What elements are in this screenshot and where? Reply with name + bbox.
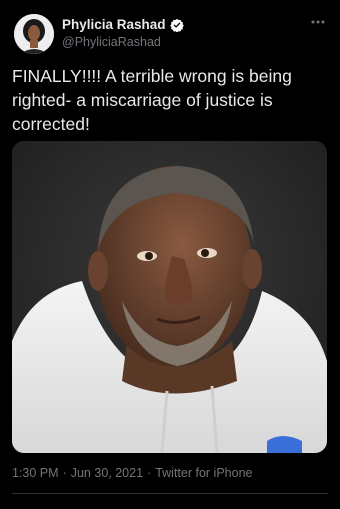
tweet-time[interactable]: 1:30 PM (12, 466, 59, 480)
tweet-meta: 1:30 PM · Jun 30, 2021 · Twitter for iPh… (12, 466, 252, 480)
author-name-row: Phylicia Rashad (62, 17, 184, 32)
tweet-header: Phylicia Rashad @PhyliciaRashad (12, 12, 330, 58)
verified-badge-icon (169, 18, 184, 32)
tweet-source[interactable]: Twitter for iPhone (155, 466, 252, 480)
divider (12, 493, 328, 494)
display-name[interactable]: Phylicia Rashad (62, 17, 166, 32)
author-handle[interactable]: @PhyliciaRashad (62, 35, 161, 49)
tweet-date[interactable]: Jun 30, 2021 (71, 466, 143, 480)
tweet-text: FINALLY!!!! A terrible wrong is being ri… (12, 66, 292, 134)
avatar[interactable] (14, 14, 54, 54)
more-options-icon[interactable] (308, 14, 328, 30)
meta-separator: · (62, 466, 67, 480)
tweet-photo[interactable] (12, 141, 327, 453)
meta-separator: · (147, 466, 152, 480)
